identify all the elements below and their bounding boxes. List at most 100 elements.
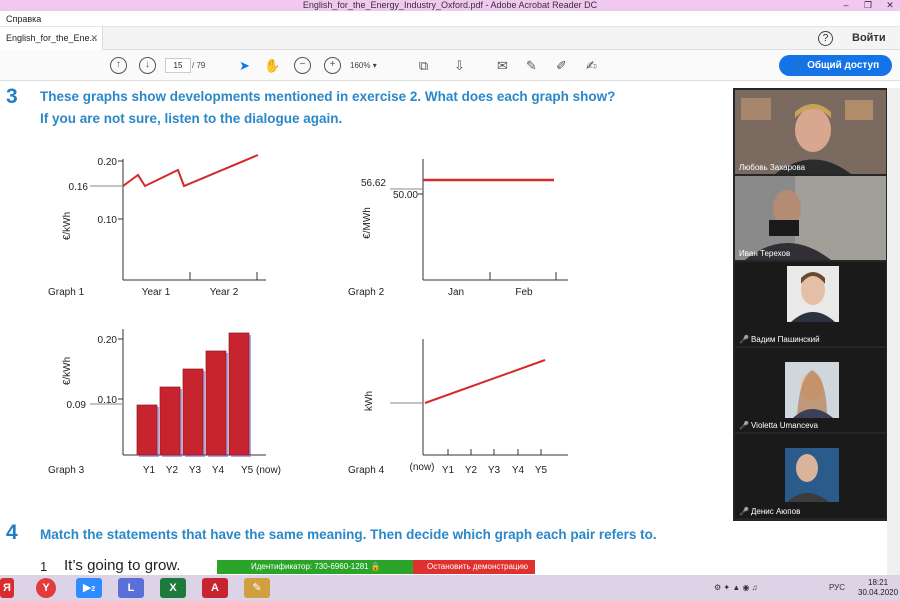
participant-video	[735, 90, 886, 174]
x-tick-label: Year 1	[142, 287, 171, 298]
exercise-4-text: Match the statements that have the same …	[40, 527, 657, 542]
close-tab-icon[interactable]: ✕	[90, 27, 98, 50]
close-icon[interactable]: ✕	[880, 0, 900, 11]
right-scrollbar[interactable]	[887, 88, 900, 575]
share-label: Общий доступ	[807, 60, 880, 71]
participant-name: 🎤 Вадим Пашинский	[739, 335, 820, 344]
acrobat-icon[interactable]: A	[202, 578, 228, 598]
clock-time: 18:21	[868, 578, 889, 587]
window-title: English_for_the_Energy_Industry_Oxford.p…	[302, 0, 598, 10]
yandex-browser-icon[interactable]: Y	[36, 578, 56, 598]
y-axis-label: €/kWh	[62, 212, 73, 240]
chevron-down-icon: ▾	[372, 61, 377, 70]
zoom-in-icon[interactable]: +	[324, 57, 341, 74]
bar	[136, 404, 158, 456]
muted-mic-icon: 🎤	[739, 421, 749, 430]
page-total: / 79	[192, 61, 206, 70]
x-tick-label: Y1	[143, 465, 156, 476]
item-1-number: 1	[40, 559, 48, 574]
series-line	[122, 154, 259, 188]
excel-icon[interactable]: X	[160, 578, 186, 598]
muted-mic-icon: 🎤	[739, 507, 749, 516]
lingvo-icon[interactable]: L	[118, 578, 144, 598]
sign-icon[interactable]: ✍	[583, 57, 600, 74]
y-axis-label: €/MWh	[362, 207, 373, 239]
graph-label: Graph 4	[348, 465, 385, 476]
page-number-input[interactable]: 15	[165, 58, 191, 73]
video-tile[interactable]: Иван Терехов	[735, 176, 886, 260]
tick-label: 0.09	[67, 400, 87, 411]
language-indicator[interactable]: РУС	[829, 575, 845, 601]
item-1-text: It’s going to grow.	[64, 557, 181, 574]
participant-name: 🎤 Violetta Umanceva	[739, 421, 818, 430]
x-tick-label: Y3	[189, 465, 202, 476]
y-axis-label: €/kWh	[62, 357, 73, 385]
x-tick-label: (now)	[409, 462, 434, 473]
video-tile[interactable]: Любовь Захарова	[735, 90, 886, 174]
zoom-app-icon[interactable]: ▶2	[76, 578, 102, 598]
video-tile[interactable]: 🎤 Violetta Umanceva	[735, 348, 886, 432]
zoom-share-bar: Идентификатор: 730-6960-1281 🔒 Остановит…	[217, 560, 535, 574]
tray-icons[interactable]: ⚙ ✦ ▲ ◉ ♫	[714, 575, 758, 601]
x-tick-label: Y4	[512, 465, 525, 476]
next-page-icon[interactable]: ↓	[139, 57, 156, 74]
tick-label: 50.00	[393, 190, 418, 201]
x-tick-label: Jan	[448, 287, 464, 298]
tab-bar: English_for_the_Ene... ✕ ? Войти	[0, 27, 900, 50]
clock-date: 30.04.2020	[858, 588, 899, 597]
x-tick-label: Y2	[465, 465, 478, 476]
series-line	[424, 359, 546, 404]
video-tile[interactable]: 🎤 Вадим Пашинский	[735, 262, 886, 346]
signin-button[interactable]: Войти	[852, 27, 886, 50]
comment-icon[interactable]: ✉	[494, 57, 511, 74]
stop-share-button[interactable]: Остановить демонстрацию	[413, 560, 535, 574]
add-user-icon: 👤	[791, 60, 805, 71]
paint-icon[interactable]: ✎	[244, 578, 270, 598]
bar	[159, 386, 181, 456]
menu-help[interactable]: Справка	[6, 14, 41, 24]
bar	[182, 368, 204, 456]
help-icon[interactable]: ?	[818, 31, 833, 46]
participant-avatar	[735, 348, 886, 432]
x-tick-label: Y5	[535, 465, 548, 476]
x-tick-label: Year 2	[210, 287, 239, 298]
x-tick-label: Y2	[166, 465, 179, 476]
graph-label: Graph 1	[48, 287, 85, 298]
maximize-icon[interactable]: ❐	[858, 0, 878, 11]
minimize-icon[interactable]: –	[836, 0, 856, 11]
graph-label: Graph 3	[48, 465, 85, 476]
participant-name: Иван Терехов	[739, 249, 791, 258]
participant-video	[735, 176, 886, 260]
share-button[interactable]: 👤 Общий доступ	[779, 55, 892, 76]
page-fit-icon[interactable]: ⧉	[415, 57, 432, 74]
x-tick-label: Feb	[515, 287, 533, 298]
document-tab-label: English_for_the_Ene...	[6, 33, 98, 43]
tick-label: 0.20	[98, 157, 118, 168]
zoom-level: 160%	[350, 61, 371, 70]
previous-page-icon[interactable]: ↑	[110, 57, 127, 74]
participant-name: Любовь Захарова	[739, 163, 806, 172]
scroll-mode-icon[interactable]: ⇩	[451, 57, 468, 74]
graph-label: Graph 2	[348, 287, 385, 298]
video-tile[interactable]: 🎤 Денис Аюпов	[735, 434, 886, 518]
bar	[205, 350, 227, 456]
participant-name: 🎤 Денис Аюпов	[739, 507, 801, 516]
zoom-select[interactable]: 160% ▾	[350, 58, 398, 73]
graphs-figure: 0.20 0.16 0.10 €/kWh Year 1 Year 2 Graph 1 56.6…	[48, 154, 568, 476]
muted-mic-icon: 🎤	[739, 335, 749, 344]
window-titlebar: English_for_the_Energy_Industry_Oxford.p…	[0, 0, 900, 11]
y-axis-label: kWh	[364, 391, 375, 411]
tick-label: 56.62	[361, 178, 386, 189]
clock[interactable]: 18:21 30.04.2020	[858, 578, 898, 598]
zoom-out-icon[interactable]: −	[294, 57, 311, 74]
document-tab[interactable]: English_for_the_Ene... ✕	[0, 27, 103, 50]
lock-icon: 🔒	[370, 562, 381, 571]
yandex-icon[interactable]: Я	[0, 578, 14, 598]
highlight-pen-icon[interactable]: ✎	[523, 57, 540, 74]
x-tick-label: Y5 (now)	[241, 465, 281, 476]
menu-bar: Справка	[0, 11, 900, 27]
x-tick-label: Y1	[442, 465, 455, 476]
hand-tool-icon[interactable]: ✋	[264, 57, 281, 74]
draw-icon[interactable]: ✐	[553, 57, 570, 74]
select-cursor-icon[interactable]: ➤	[236, 57, 253, 74]
